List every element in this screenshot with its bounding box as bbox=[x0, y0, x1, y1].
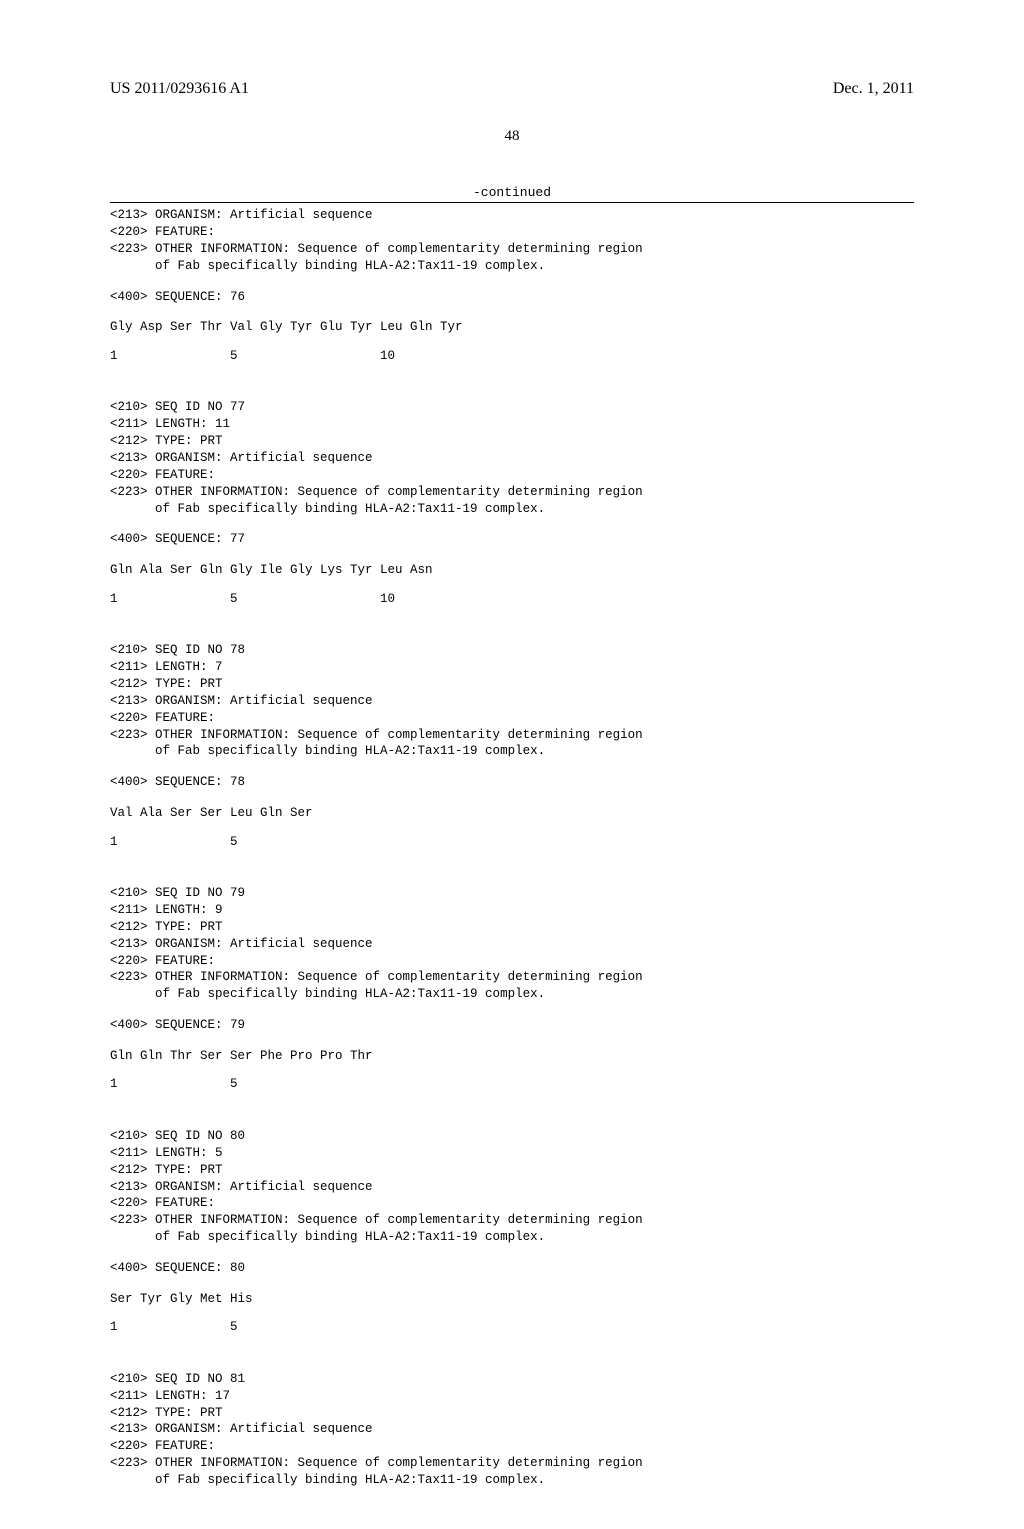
seq80-210: <210> SEQ ID NO 80 bbox=[110, 1128, 914, 1145]
seq78-220: <220> FEATURE: bbox=[110, 710, 914, 727]
seq79-211: <211> LENGTH: 9 bbox=[110, 902, 914, 919]
seq76-meta-223-l1: <223> OTHER INFORMATION: Sequence of com… bbox=[110, 241, 914, 258]
seq78-223-l2: of Fab specifically binding HLA-A2:Tax11… bbox=[110, 743, 914, 760]
seq79-residues: Gln Gln Thr Ser Ser Phe Pro Pro Thr bbox=[110, 1048, 914, 1065]
seq81-220: <220> FEATURE: bbox=[110, 1438, 914, 1455]
seq81-213: <213> ORGANISM: Artificial sequence bbox=[110, 1421, 914, 1438]
seq81-210: <210> SEQ ID NO 81 bbox=[110, 1371, 914, 1388]
seq79-223-l1: <223> OTHER INFORMATION: Sequence of com… bbox=[110, 969, 914, 986]
seq77-223-l1: <223> OTHER INFORMATION: Sequence of com… bbox=[110, 484, 914, 501]
seq80-223-l2: of Fab specifically binding HLA-A2:Tax11… bbox=[110, 1229, 914, 1246]
seq78-210: <210> SEQ ID NO 78 bbox=[110, 642, 914, 659]
seq76-meta-223-l2: of Fab specifically binding HLA-A2:Tax11… bbox=[110, 258, 914, 275]
seq77-positions: 1 5 10 bbox=[110, 592, 914, 606]
seq81-212: <212> TYPE: PRT bbox=[110, 1405, 914, 1422]
seq78-211: <211> LENGTH: 7 bbox=[110, 659, 914, 676]
seq77-213: <213> ORGANISM: Artificial sequence bbox=[110, 450, 914, 467]
seq80-213: <213> ORGANISM: Artificial sequence bbox=[110, 1179, 914, 1196]
seq80-211: <211> LENGTH: 5 bbox=[110, 1145, 914, 1162]
patent-page: US 2011/0293616 A1 Dec. 1, 2011 48 -cont… bbox=[0, 0, 1024, 1529]
seq76-residues: Gly Asp Ser Thr Val Gly Tyr Glu Tyr Leu … bbox=[110, 319, 914, 336]
seq77-223-l2: of Fab specifically binding HLA-A2:Tax11… bbox=[110, 501, 914, 518]
divider-top bbox=[110, 202, 914, 203]
seq79-212: <212> TYPE: PRT bbox=[110, 919, 914, 936]
seq79-210: <210> SEQ ID NO 79 bbox=[110, 885, 914, 902]
seq80-residues: Ser Tyr Gly Met His bbox=[110, 1291, 914, 1308]
seq78-residues: Val Ala Ser Ser Leu Gln Ser bbox=[110, 805, 914, 822]
seq79-220: <220> FEATURE: bbox=[110, 953, 914, 970]
seq76-400: <400> SEQUENCE: 76 bbox=[110, 289, 914, 306]
seq81-211: <211> LENGTH: 17 bbox=[110, 1388, 914, 1405]
seq79-positions: 1 5 bbox=[110, 1077, 914, 1091]
seq81-223-l1: <223> OTHER INFORMATION: Sequence of com… bbox=[110, 1455, 914, 1472]
seq80-223-l1: <223> OTHER INFORMATION: Sequence of com… bbox=[110, 1212, 914, 1229]
seq77-220: <220> FEATURE: bbox=[110, 467, 914, 484]
seq79-400: <400> SEQUENCE: 79 bbox=[110, 1017, 914, 1034]
seq81-223-l2: of Fab specifically binding HLA-A2:Tax11… bbox=[110, 1472, 914, 1489]
seq77-210: <210> SEQ ID NO 77 bbox=[110, 399, 914, 416]
seq78-positions: 1 5 bbox=[110, 835, 914, 849]
seq80-212: <212> TYPE: PRT bbox=[110, 1162, 914, 1179]
seq76-meta-220: <220> FEATURE: bbox=[110, 224, 914, 241]
seq77-211: <211> LENGTH: 11 bbox=[110, 416, 914, 433]
seq79-213: <213> ORGANISM: Artificial sequence bbox=[110, 936, 914, 953]
seq77-212: <212> TYPE: PRT bbox=[110, 433, 914, 450]
seq76-meta-213: <213> ORGANISM: Artificial sequence bbox=[110, 207, 914, 224]
seq78-213: <213> ORGANISM: Artificial sequence bbox=[110, 693, 914, 710]
seq79-223-l2: of Fab specifically binding HLA-A2:Tax11… bbox=[110, 986, 914, 1003]
page-number: 48 bbox=[110, 128, 914, 145]
seq80-220: <220> FEATURE: bbox=[110, 1195, 914, 1212]
continued-label: -continued bbox=[110, 185, 914, 200]
seq78-212: <212> TYPE: PRT bbox=[110, 676, 914, 693]
publication-number: US 2011/0293616 A1 bbox=[110, 80, 249, 98]
seq80-400: <400> SEQUENCE: 80 bbox=[110, 1260, 914, 1277]
seq80-positions: 1 5 bbox=[110, 1320, 914, 1334]
seq77-residues: Gln Ala Ser Gln Gly Ile Gly Lys Tyr Leu … bbox=[110, 562, 914, 579]
seq78-400: <400> SEQUENCE: 78 bbox=[110, 774, 914, 791]
page-header: US 2011/0293616 A1 Dec. 1, 2011 bbox=[110, 80, 914, 98]
seq77-400: <400> SEQUENCE: 77 bbox=[110, 531, 914, 548]
publication-date: Dec. 1, 2011 bbox=[833, 80, 914, 98]
seq76-positions: 1 5 10 bbox=[110, 349, 914, 363]
seq78-223-l1: <223> OTHER INFORMATION: Sequence of com… bbox=[110, 727, 914, 744]
